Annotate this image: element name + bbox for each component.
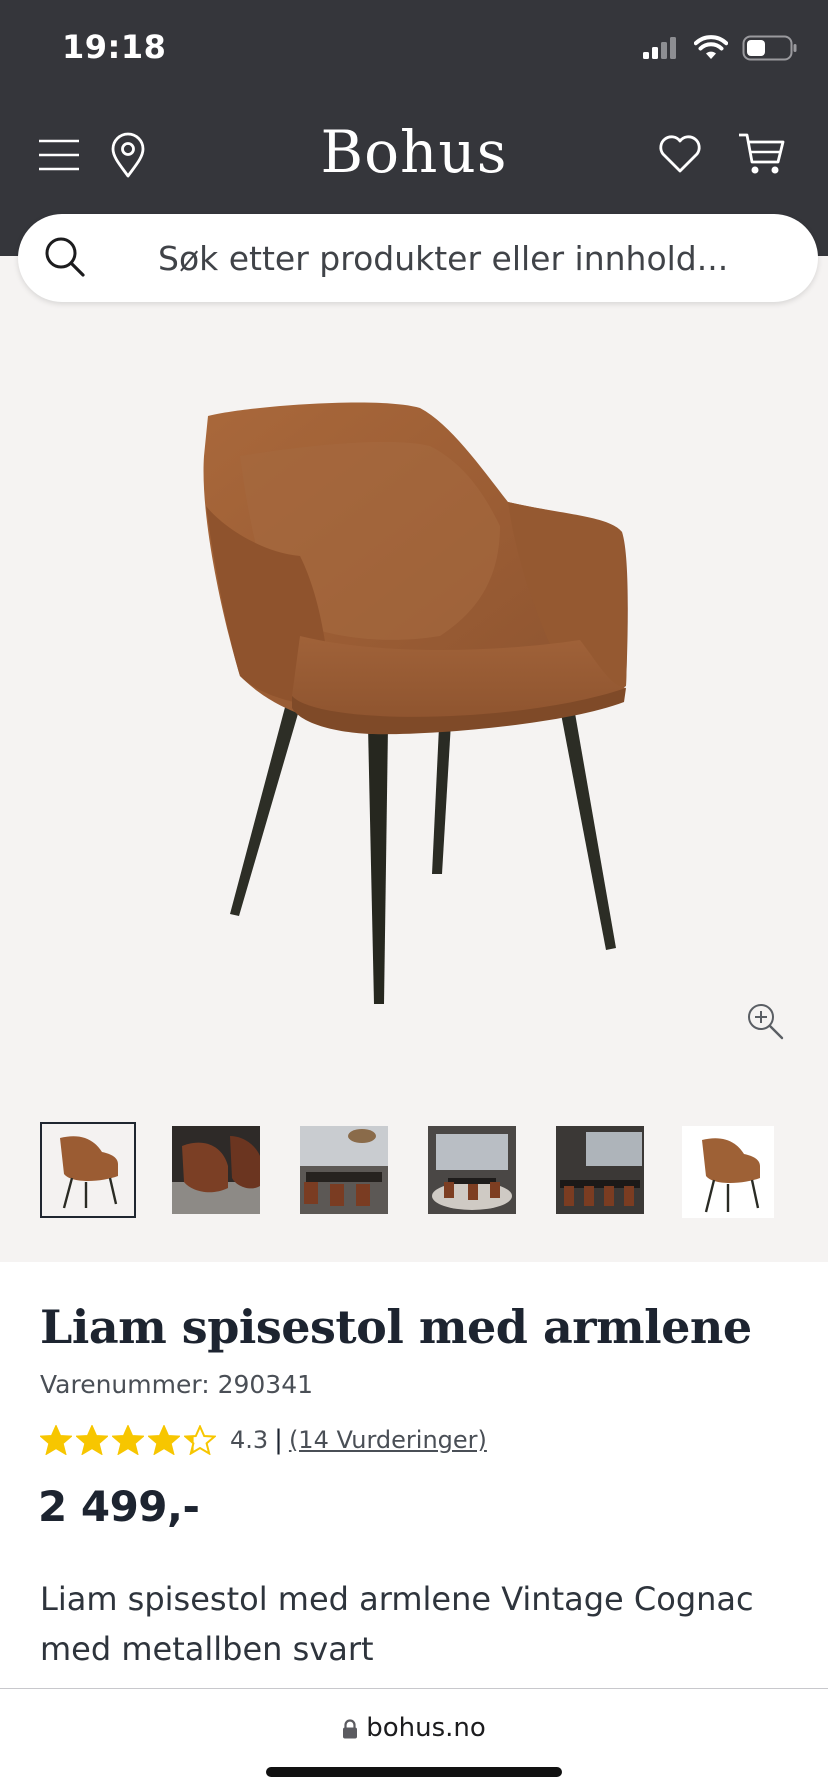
rating-stars — [40, 1425, 216, 1455]
product-main-image[interactable] — [0, 256, 828, 1076]
product-description: Liam spisestol med armlene Vintage Cogna… — [40, 1580, 754, 1668]
battery-icon — [742, 35, 797, 61]
thumbnail-image — [172, 1126, 260, 1214]
zoom-button[interactable] — [746, 1002, 784, 1040]
thumbnail-4[interactable] — [428, 1126, 516, 1214]
thumbnail-image — [428, 1126, 516, 1214]
thumbnail-1[interactable] — [40, 1122, 136, 1218]
product-price: 2 499,- — [38, 1482, 200, 1531]
search-input[interactable] — [158, 232, 778, 284]
header-right-actions — [658, 132, 786, 176]
star-icon — [112, 1425, 144, 1455]
rating-value: 4.3 — [230, 1426, 269, 1454]
cart-button[interactable] — [738, 132, 786, 176]
product-title: Liam spisestol med armlene — [40, 1300, 752, 1354]
thumbnail-6[interactable] — [682, 1126, 774, 1218]
cellular-signal-icon — [643, 37, 676, 59]
status-icons — [642, 34, 798, 62]
rating-separator: | — [274, 1425, 283, 1455]
search-icon — [45, 237, 85, 277]
search-bar[interactable] — [18, 214, 818, 302]
thumbnail-image — [300, 1126, 388, 1214]
rating-row: 4.3 | (14 Vurderinger) — [40, 1420, 487, 1460]
home-indicator[interactable] — [266, 1767, 562, 1777]
thumbnail-3[interactable] — [300, 1126, 388, 1214]
browser-address-bar: bohus.no — [0, 1688, 828, 1792]
star-icon — [184, 1425, 216, 1455]
reviews-link[interactable]: (14 Vurderinger) — [289, 1426, 487, 1454]
star-icon — [148, 1425, 180, 1455]
thumbnail-image — [60, 1136, 118, 1209]
lock-icon — [343, 1718, 358, 1738]
thumbnail-5[interactable] — [556, 1126, 644, 1214]
product-sku: Varenummer: 290341 — [40, 1370, 314, 1399]
star-icon — [40, 1425, 72, 1455]
product-gallery — [0, 256, 828, 1262]
status-time: 19:18 — [62, 28, 167, 66]
url-display[interactable]: bohus.no — [0, 1713, 828, 1743]
cart-icon — [739, 133, 785, 174]
zoom-in-icon — [748, 1004, 784, 1040]
star-icon — [76, 1425, 108, 1455]
wishlist-button[interactable] — [658, 134, 702, 174]
thumbnail-image — [556, 1126, 644, 1214]
wifi-icon — [694, 35, 728, 59]
heart-icon — [659, 135, 701, 173]
thumbnail-image — [702, 1138, 760, 1213]
thumbnail-2[interactable] — [172, 1126, 260, 1214]
thumbnail-strip — [0, 1122, 828, 1226]
url-text: bohus.no — [366, 1713, 486, 1743]
